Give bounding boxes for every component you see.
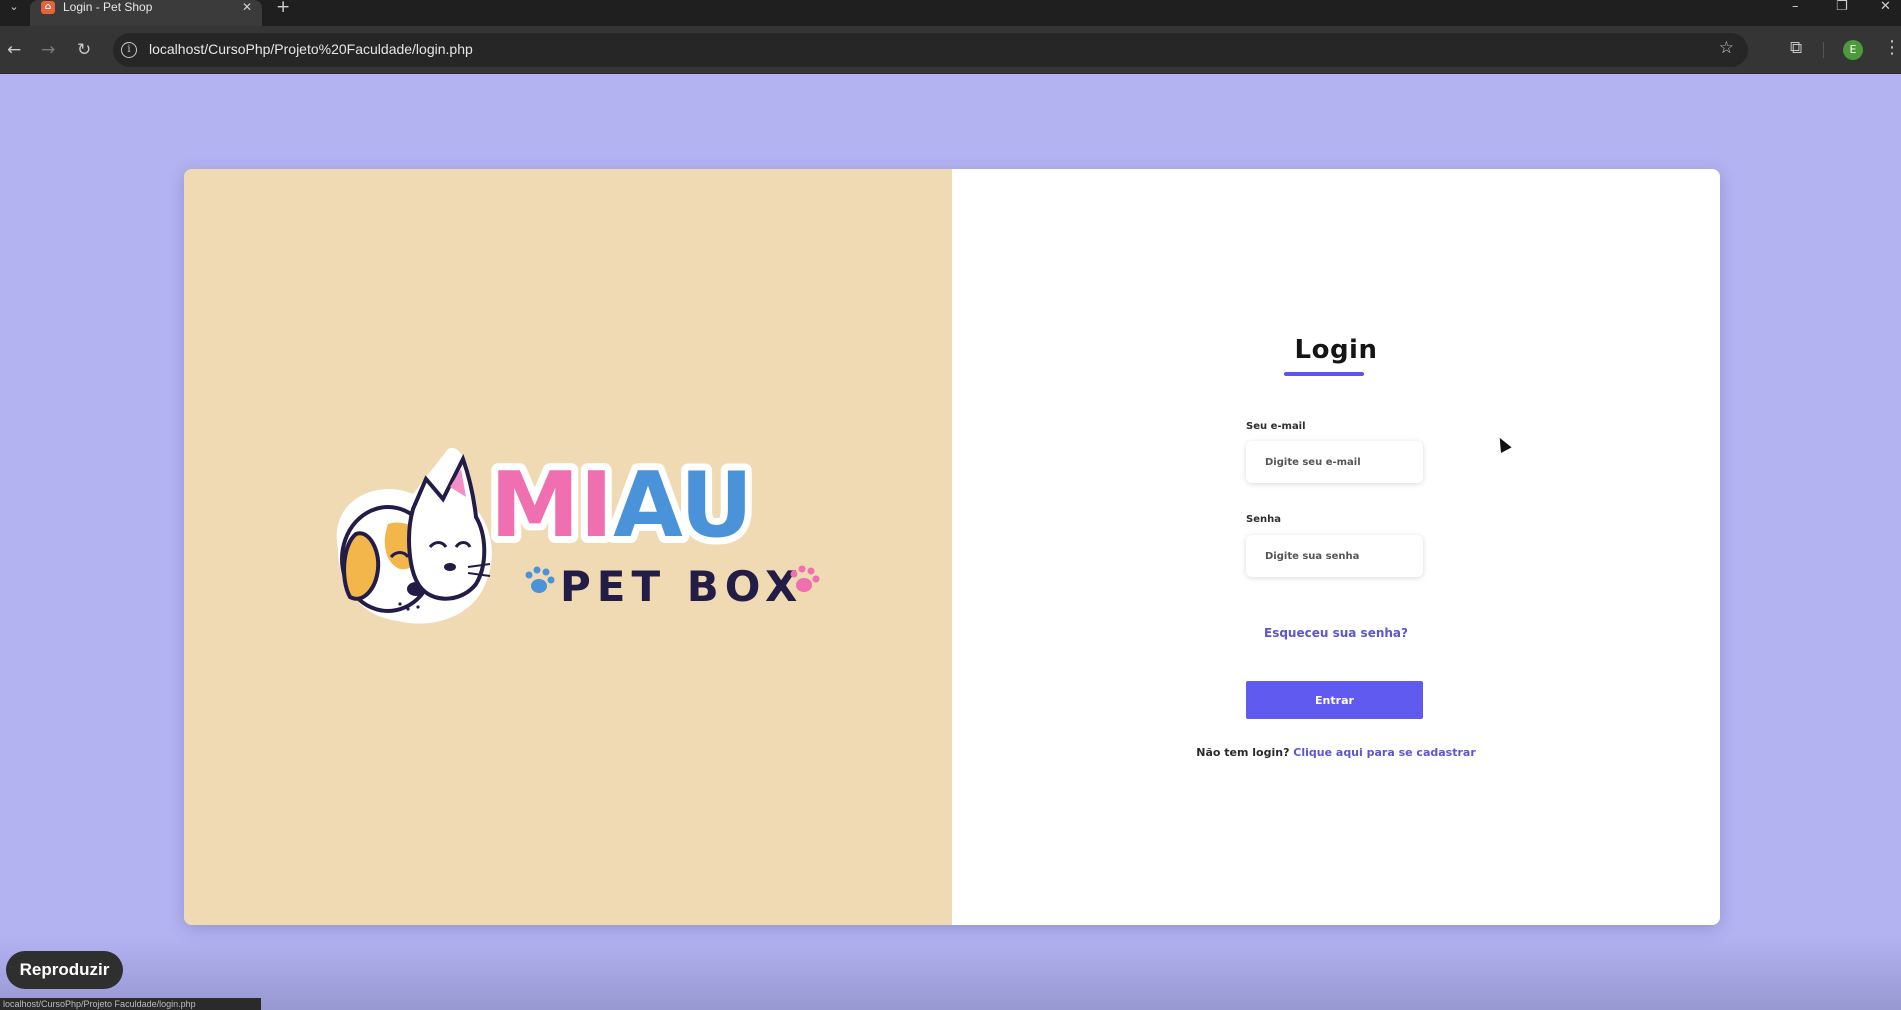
register-prompt: Não tem login? Clique aqui para se cadas…	[952, 746, 1720, 759]
forward-icon[interactable]: →	[41, 38, 55, 62]
miau-pet-box-logo: MIAU MIAU PET BOX	[318, 439, 824, 629]
address-bar[interactable]: i localhost/CursoPhp/Projeto%20Faculdade…	[113, 33, 1748, 67]
browser-toolbar: ← → ↻ i localhost/CursoPhp/Projeto%20Fac…	[0, 26, 1901, 74]
email-field[interactable]	[1246, 441, 1423, 483]
reload-icon[interactable]: ↻	[77, 38, 91, 62]
left-paw-icon	[525, 566, 555, 593]
logo-petbox-text: PET BOX	[560, 562, 803, 611]
browser-tab[interactable]: ⌂ Login - Pet Shop ✕	[30, 0, 262, 26]
favicon-icon: ⌂	[41, 1, 55, 14]
logo-miau-text: MIAU	[490, 453, 753, 558]
register-link[interactable]: Clique aqui para se cadastrar	[1293, 746, 1475, 759]
back-icon[interactable]: ←	[7, 38, 21, 62]
url-text[interactable]: localhost/CursoPhp/Projeto%20Faculdade/l…	[149, 41, 473, 57]
play-button[interactable]: Reproduzir	[6, 951, 123, 989]
brand-panel: MIAU MIAU PET BOX	[184, 169, 952, 925]
tab-search-icon[interactable]: ⌄	[4, 0, 24, 18]
login-form-panel: Login Seu e-mail Senha Esqueceu sua senh…	[952, 169, 1720, 925]
close-tab-icon[interactable]: ✕	[242, 0, 252, 14]
tab-title: Login - Pet Shop	[63, 0, 153, 14]
login-card: MIAU MIAU PET BOX Login Seu e-mail Digit…	[184, 169, 1720, 925]
profile-avatar[interactable]: E	[1843, 40, 1863, 60]
toolbar-divider	[1823, 42, 1824, 58]
minimize-icon[interactable]: –	[1792, 0, 1799, 14]
restore-icon[interactable]: ❐	[1836, 0, 1848, 14]
site-info-icon[interactable]: i	[121, 42, 137, 58]
login-button[interactable]: Entrar	[1246, 681, 1423, 719]
password-label: Senha	[1246, 514, 1281, 525]
forgot-password-link[interactable]: Esqueceu sua senha?	[952, 626, 1720, 640]
close-window-icon[interactable]: ✕	[1880, 0, 1891, 14]
browser-tab-bar: ⌄ ⌂ Login - Pet Shop ✕ + – ❐ ✕	[0, 0, 1901, 26]
title-underline	[1284, 372, 1364, 376]
login-title: Login	[1294, 335, 1378, 365]
no-account-text: Não tem login?	[1196, 746, 1294, 759]
status-url: localhost/CursoPhp/Projeto Faculdade/log…	[0, 998, 261, 1010]
bookmark-star-icon[interactable]: ☆	[1719, 38, 1734, 58]
video-bottom-gradient	[0, 935, 1901, 1010]
extensions-icon[interactable]: ⧉	[1790, 38, 1810, 58]
email-label: Seu e-mail	[1246, 421, 1306, 432]
browser-menu-icon[interactable]: ⋮	[1883, 37, 1901, 59]
new-tab-button[interactable]: +	[276, 0, 290, 16]
password-field[interactable]	[1246, 535, 1423, 577]
